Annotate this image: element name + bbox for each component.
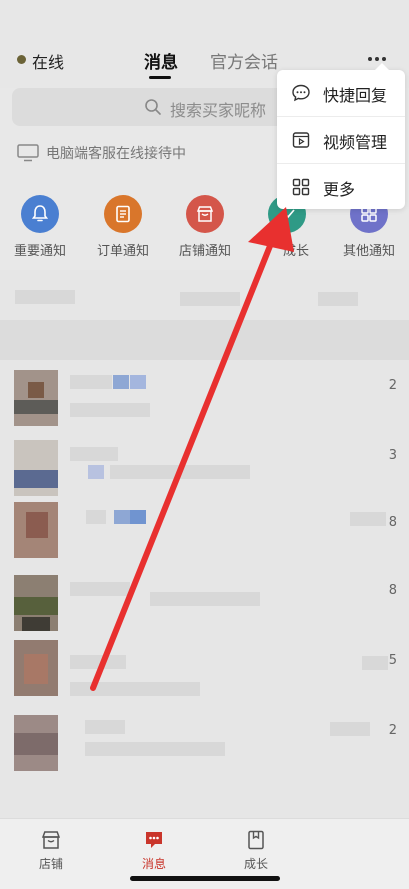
blurred-text [318, 292, 358, 306]
grid-icon [292, 178, 310, 196]
chat-row[interactable]: 5 [0, 640, 409, 710]
store-icon [41, 831, 61, 849]
video-icon [292, 132, 310, 148]
pc-service-status-text: 电脑端客服在线接待中 [46, 146, 186, 162]
tab-official-conversations[interactable]: 官方会话 [210, 48, 278, 73]
search-placeholder: 搜索买家昵称 [170, 101, 267, 120]
more-menu-popup: 快捷回复 视频管理 更多 [277, 63, 405, 210]
notification-label: 重要通知 [13, 244, 66, 259]
home-indicator [130, 876, 280, 881]
notification-store-circle [186, 195, 224, 233]
blurred-text [70, 403, 150, 417]
chat-row[interactable]: 8 [0, 570, 409, 640]
blurred-badge [88, 465, 104, 479]
menu-item-more[interactable]: 更多 [277, 164, 405, 210]
online-status-dot [17, 55, 26, 64]
chat-row[interactable]: 8 [0, 502, 409, 572]
unread-count: 5 [388, 653, 397, 668]
blurred-text [180, 292, 240, 306]
blurred-badge [114, 510, 130, 524]
blurred-text [15, 290, 75, 304]
blurred-text [362, 656, 388, 670]
chat-bubble-icon [292, 84, 310, 102]
chat-row[interactable]: 2 [0, 710, 409, 780]
menu-item-label: 更多 [323, 180, 356, 199]
list-divider [0, 320, 409, 360]
blurred-badge [130, 510, 146, 524]
avatar [14, 715, 58, 771]
blurred-text [110, 465, 250, 479]
avatar [14, 575, 58, 631]
blurred-badge [130, 375, 146, 389]
nav-label: 成长 [243, 857, 268, 871]
avatar [14, 502, 58, 558]
unread-count: 8 [388, 583, 397, 598]
store-icon [196, 206, 214, 222]
unread-count: 2 [388, 723, 397, 738]
notification-label: 成长 [282, 244, 309, 259]
blurred-badge [113, 375, 129, 389]
chat-row[interactable]: 2 [0, 365, 409, 435]
nav-label: 店铺 [38, 857, 63, 871]
nav-item-messages[interactable]: 消息 [124, 829, 184, 872]
notification-label: 店铺通知 [178, 244, 231, 259]
unread-count: 2 [388, 378, 397, 393]
blurred-text [350, 512, 386, 526]
messages-page: 在线 消息 官方会话 搜索买家昵称 电脑端客服在线接待中 重要通知 订单通知 店… [0, 0, 409, 889]
unread-count: 8 [388, 515, 397, 530]
blurred-text [70, 582, 130, 596]
monitor-icon [17, 144, 39, 162]
search-icon [145, 99, 161, 115]
chat-row[interactable]: 3 [0, 435, 409, 505]
message-icon [146, 832, 162, 848]
menu-item-video-management[interactable]: 视频管理 [277, 117, 405, 163]
menu-item-label: 快捷回复 [323, 86, 388, 105]
menu-item-label: 视频管理 [323, 133, 388, 152]
notification-orders[interactable]: 订单通知 [90, 195, 156, 259]
unread-count: 3 [388, 448, 397, 463]
avatar [14, 370, 58, 426]
blurred-text [85, 742, 225, 756]
blurred-text [70, 447, 118, 461]
notification-store[interactable]: 店铺通知 [172, 195, 238, 259]
notification-orders-circle [104, 195, 142, 233]
chat-list: 2 3 8 8 5 2 [0, 270, 409, 820]
notification-label: 订单通知 [96, 244, 149, 259]
blurred-text [86, 510, 106, 524]
blurred-text [330, 722, 370, 736]
avatar [14, 640, 58, 696]
notification-important-circle [21, 195, 59, 233]
nav-item-store[interactable]: 店铺 [21, 829, 81, 872]
menu-item-quick-reply[interactable]: 快捷回复 [277, 70, 405, 116]
blurred-text [85, 720, 125, 734]
nav-item-growth[interactable]: 成长 [226, 829, 286, 872]
avatar [14, 440, 58, 496]
notification-label: 其他通知 [342, 244, 395, 259]
notification-important[interactable]: 重要通知 [7, 195, 73, 259]
blurred-text [150, 592, 260, 606]
online-status-label[interactable]: 在线 [32, 49, 64, 73]
bell-icon [31, 205, 49, 222]
bookmark-icon [248, 830, 264, 850]
tab-messages[interactable]: 消息 [144, 48, 178, 73]
blurred-text [70, 682, 200, 696]
blurred-text [70, 375, 112, 389]
active-tab-indicator [149, 76, 171, 79]
nav-label: 消息 [141, 857, 166, 871]
order-doc-icon [116, 205, 130, 223]
blurred-text [70, 655, 126, 669]
